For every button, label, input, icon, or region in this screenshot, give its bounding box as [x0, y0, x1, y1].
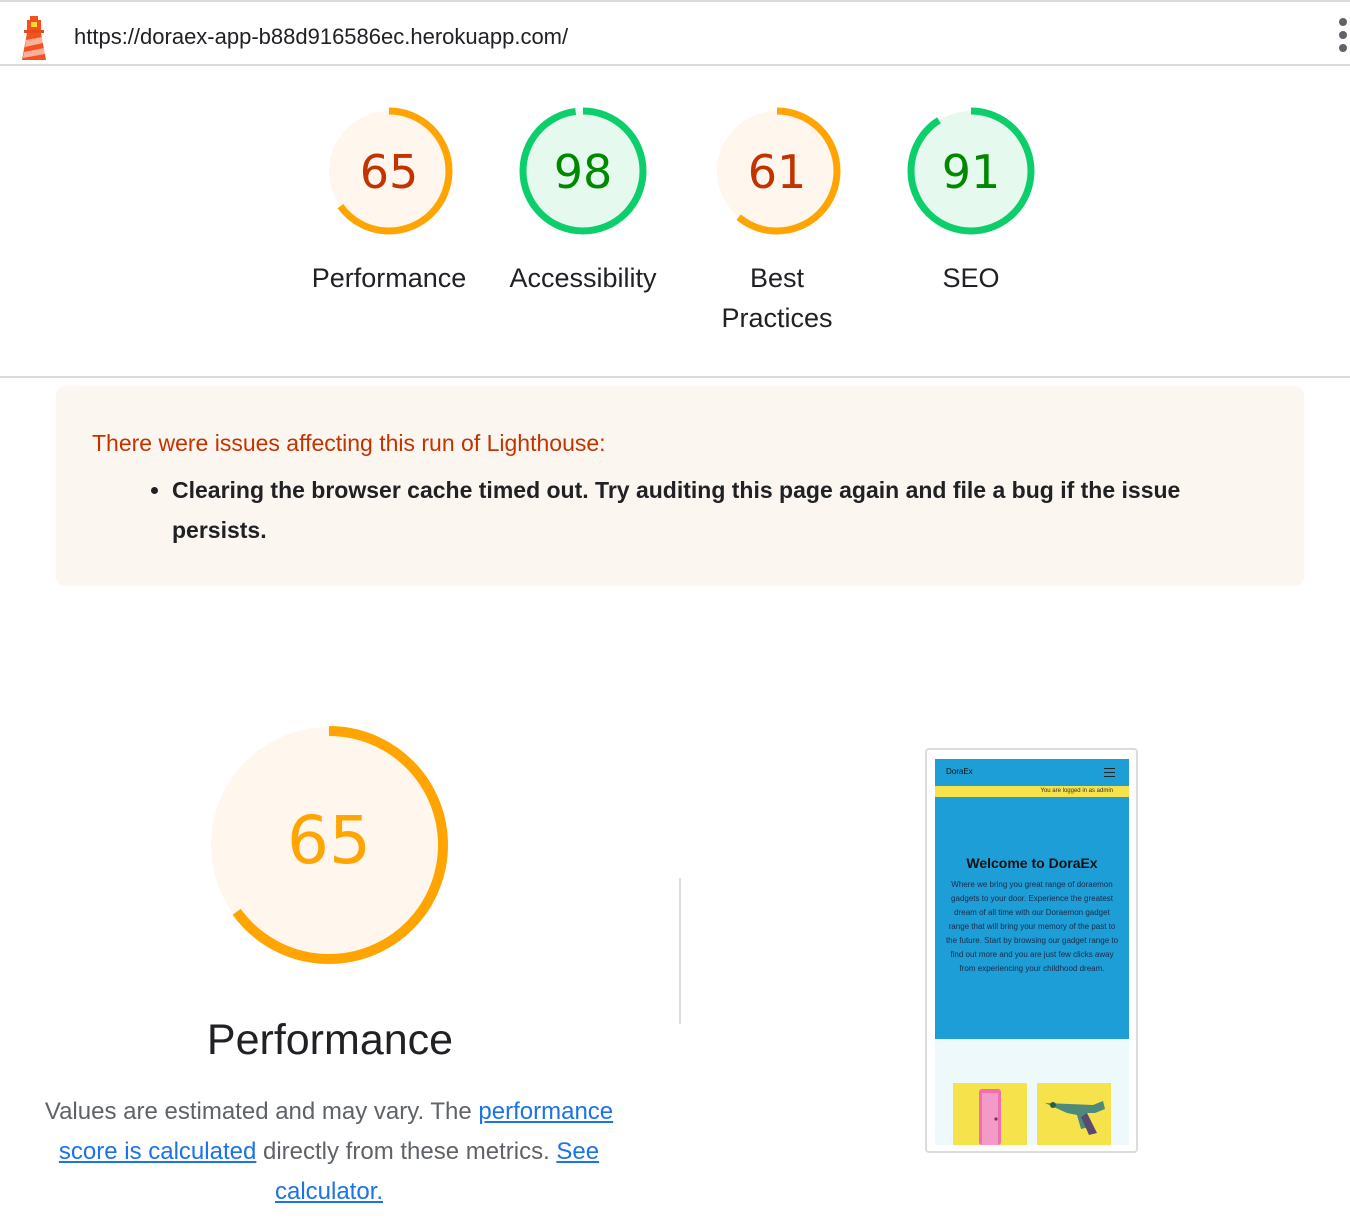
vertical-divider	[679, 878, 681, 1024]
svg-text:65: 65	[360, 145, 419, 199]
section-divider	[0, 376, 1350, 378]
screenshot-navbar: DoraEx	[935, 759, 1129, 786]
gauge-label: Accessibility	[509, 263, 657, 293]
gauge-label: SEO	[942, 263, 1000, 293]
gauge-label: Performance	[311, 263, 467, 293]
gauge-seo[interactable]: 91 SEO	[881, 104, 1061, 298]
screenshot-brand: DoraEx	[946, 767, 973, 776]
performance-gauge: 65	[210, 726, 448, 964]
svg-text:65: 65	[287, 802, 371, 879]
screenshot-hero-title: Welcome to DoraEx	[966, 855, 1098, 871]
screenshot-product-card	[1037, 1083, 1111, 1145]
gauge-arc: 98	[519, 107, 647, 235]
screenshot-page: DoraEx You are logged in as admin Welcom…	[935, 759, 1129, 1145]
lighthouse-logo-icon	[22, 16, 46, 60]
gauge-arc: 91	[907, 107, 1035, 235]
gauge-arc: 61	[713, 107, 841, 235]
warnings-title: There were issues affecting this run of …	[92, 430, 606, 456]
hamburger-menu-icon	[1104, 768, 1115, 780]
run-warnings: There were issues affecting this run of …	[56, 386, 1304, 586]
warnings-list: Clearing the browser cache timed out. Tr…	[136, 470, 1272, 550]
gauge-accessibility[interactable]: 98 Accessibility	[493, 104, 673, 298]
gauge-arc: 65	[325, 107, 453, 235]
svg-text:91: 91	[942, 145, 1001, 199]
svg-text:61: 61	[748, 145, 807, 199]
gauge-label: Best Practices	[721, 263, 833, 333]
performance-heading: Performance	[206, 1016, 454, 1064]
report-url-bar: https://doraex-app-b88d916586ec.herokuap…	[0, 0, 1350, 66]
screenshot-product-card	[953, 1083, 1027, 1145]
air-cannon-gun-icon	[1045, 1101, 1105, 1135]
performance-description: Values are estimated and may vary. The p…	[44, 1098, 614, 1205]
pink-door-icon	[979, 1089, 1001, 1145]
screenshot-login-bar: You are logged in as admin	[935, 786, 1129, 797]
gauge-best-practices[interactable]: 61 Best Practices	[687, 104, 867, 338]
warning-item: Clearing the browser cache timed out. Tr…	[172, 470, 1272, 550]
screenshot-hero-text: Where we bring you great range of doraem…	[945, 880, 1119, 973]
report-url: https://doraex-app-b88d916586ec.herokuap…	[74, 24, 569, 49]
final-screenshot[interactable]: DoraEx You are logged in as admin Welcom…	[925, 748, 1138, 1153]
more-options-icon[interactable]	[1337, 18, 1350, 54]
gauge-performance[interactable]: 65 Performance	[299, 104, 479, 298]
svg-text:98: 98	[554, 145, 613, 199]
